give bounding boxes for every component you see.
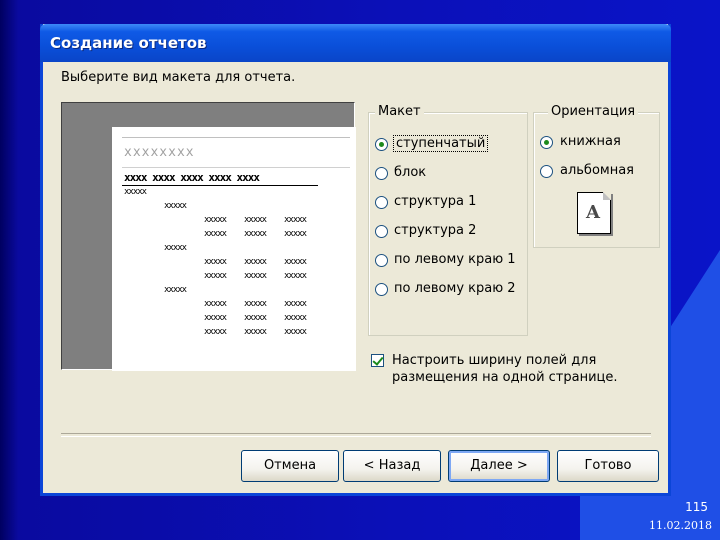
page-fold-icon: [603, 192, 611, 200]
layout-radio-5[interactable]: [375, 254, 388, 267]
preview-cell: xxxxx: [204, 271, 227, 281]
preview-cell: xxxxx: [244, 299, 267, 309]
layout-radio-label-5[interactable]: по левому краю 1: [394, 252, 516, 267]
layout-radio-label-2[interactable]: блок: [394, 165, 426, 180]
orientation-radio-label-1[interactable]: книжная: [560, 134, 621, 149]
preview-page: xxxxxxxx xxxx xxxx xxxx xxxx xxxx xxxxx x…: [112, 127, 356, 371]
cancel-button[interactable]: Отмена: [241, 450, 339, 482]
slide-page-number: 115: [685, 500, 708, 514]
layout-preview: xxxxxxxx xxxx xxxx xxxx xxxx xxxx xxxxx x…: [61, 102, 356, 371]
layout-radio-4[interactable]: [375, 225, 388, 238]
preview-column-underline: [122, 185, 318, 186]
preview-cell: xxxxx: [204, 215, 227, 225]
preview-cell: xxxxx: [124, 187, 147, 197]
preview-cell: xxxxx: [284, 271, 307, 281]
layout-group-legend: Макет: [375, 104, 424, 119]
fit-width-label[interactable]: Настроить ширину полей для размещения на…: [392, 352, 618, 386]
preview-cell: xxxxx: [204, 327, 227, 337]
orientation-group-legend: Ориентация: [548, 104, 639, 119]
preview-cell: xxxxx: [244, 271, 267, 281]
preview-cell: xxxxx: [204, 313, 227, 323]
orientation-radio-1[interactable]: [540, 136, 553, 149]
layout-radio-label-6[interactable]: по левому краю 2: [394, 281, 516, 296]
layout-radio-label-1[interactable]: ступенчатый: [392, 135, 489, 152]
preview-cell: xxxxx: [244, 257, 267, 267]
button-separator: [61, 433, 651, 437]
slide-background-stripe: [0, 0, 18, 540]
slide-date: 11.02.2018: [649, 519, 712, 532]
layout-radio-label-4[interactable]: структура 2: [394, 223, 476, 238]
preview-cell: xxxxx: [204, 229, 227, 239]
preview-header-text: xxxxxxxx: [124, 145, 195, 160]
preview-cell: xxxxx: [164, 285, 187, 295]
back-button[interactable]: < Назад: [343, 450, 441, 482]
layout-radio-1[interactable]: [375, 138, 388, 151]
preview-rule-top: [122, 137, 350, 138]
preview-cell: xxxxx: [284, 299, 307, 309]
fit-width-label-line2: размещения на одной странице.: [392, 370, 618, 385]
layout-prompt: Выберите вид макета для отчета.: [61, 70, 296, 85]
preview-cell: xxxxx: [164, 243, 187, 253]
preview-cell: xxxxx: [284, 327, 307, 337]
report-wizard-dialog: Создание отчетов Выберите вид макета для…: [40, 24, 671, 496]
preview-cell: xxxxx: [284, 313, 307, 323]
preview-cell: xxxxx: [204, 299, 227, 309]
preview-cell: xxxxx: [244, 215, 267, 225]
next-button[interactable]: Далее >: [448, 450, 550, 482]
preview-cell: xxxxx: [244, 327, 267, 337]
preview-cell: xxxxx: [284, 215, 307, 225]
layout-radio-6[interactable]: [375, 283, 388, 296]
fit-width-checkbox[interactable]: [371, 354, 384, 367]
fit-width-label-line1: Настроить ширину полей для: [392, 353, 597, 368]
layout-radio-2[interactable]: [375, 167, 388, 180]
layout-radio-3[interactable]: [375, 196, 388, 209]
finish-button[interactable]: Готово: [557, 450, 659, 482]
preview-cell: xxxxx: [284, 257, 307, 267]
orientation-radio-label-2[interactable]: альбомная: [560, 163, 634, 178]
orientation-radio-2[interactable]: [540, 165, 553, 178]
preview-rule-header: [122, 167, 350, 168]
window-title: Создание отчетов: [50, 34, 207, 52]
layout-radio-label-3[interactable]: структура 1: [394, 194, 476, 209]
preview-cell: xxxxx: [244, 313, 267, 323]
preview-cell: xxxxx: [244, 229, 267, 239]
preview-cell: xxxxx: [204, 257, 227, 267]
page-letter: A: [586, 202, 600, 223]
preview-cell: xxxxx: [284, 229, 307, 239]
preview-cell: xxxxx: [164, 201, 187, 211]
portrait-page-icon: A: [577, 192, 611, 234]
title-bar[interactable]: Создание отчетов: [40, 24, 671, 62]
preview-column-headers: xxxx xxxx xxxx xxxx xxxx: [124, 171, 260, 184]
